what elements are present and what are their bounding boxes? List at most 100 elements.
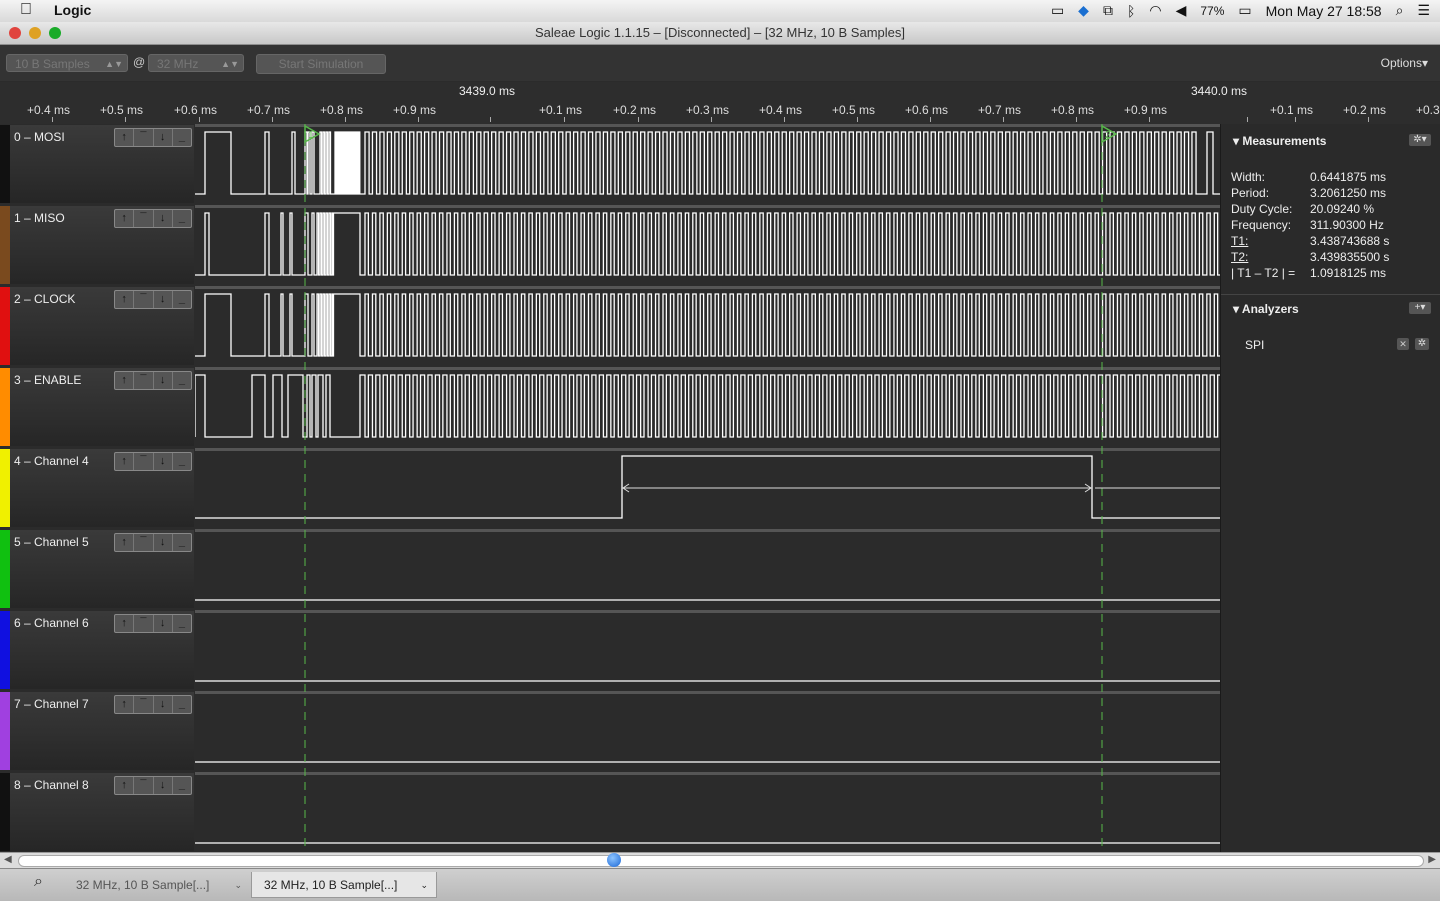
measurement-label[interactable]: T1: <box>1231 234 1248 248</box>
rising-edge-icon[interactable]: ↑ <box>115 777 135 794</box>
falling-edge-icon[interactable]: ↓ <box>154 615 173 632</box>
trigger-buttons[interactable]: ↑ ¯ ↓ _ <box>114 533 192 552</box>
battery-percent[interactable]: 77% <box>1200 4 1224 18</box>
channel-row[interactable]: 2 – CLOCK ↑ ¯ ↓ _ <box>0 287 194 365</box>
list-icon[interactable]: ☰ <box>1417 2 1430 19</box>
rising-edge-icon[interactable]: ↑ <box>115 372 135 389</box>
start-simulation-button[interactable]: Start Simulation <box>256 54 386 74</box>
session-tab-1[interactable]: 32 MHz, 10 B Sample[...] ⌄ <box>64 872 248 898</box>
channel-name[interactable]: 8 – Channel 8 <box>14 778 89 792</box>
clock[interactable]: Mon May 27 18:58 <box>1266 3 1382 19</box>
waveform-area[interactable]: 1 2 <box>195 124 1220 852</box>
channel-row[interactable]: 0 – MOSI ↑ ¯ ↓ _ <box>0 125 194 203</box>
sample-count-select[interactable]: 10 B Samples ▲▼ <box>6 54 128 72</box>
channel-row[interactable]: 8 – Channel 8 ↑ ¯ ↓ _ <box>0 773 194 851</box>
channel-name[interactable]: 4 – Channel 4 <box>14 454 89 468</box>
dropbox-icon[interactable]: ◆ <box>1078 2 1089 19</box>
falling-edge-icon[interactable]: ↓ <box>154 453 173 470</box>
trigger-buttons[interactable]: ↑ ¯ ↓ _ <box>114 371 192 390</box>
channel-row[interactable]: 6 – Channel 6 ↑ ¯ ↓ _ <box>0 611 194 689</box>
trigger-buttons[interactable]: ↑ ¯ ↓ _ <box>114 776 192 795</box>
battery-icon[interactable]: ▭ <box>1238 2 1251 19</box>
falling-edge-icon[interactable]: ↓ <box>154 129 173 146</box>
rising-edge-icon[interactable]: ↑ <box>115 291 135 308</box>
channel-row[interactable]: 5 – Channel 5 ↑ ¯ ↓ _ <box>0 530 194 608</box>
close-window-button[interactable] <box>9 27 21 39</box>
sync-icon[interactable]: ⧉ <box>1103 2 1113 19</box>
chevron-down-icon[interactable]: ⌄ <box>234 872 242 898</box>
chevron-down-icon[interactable]: ⌄ <box>420 872 428 898</box>
channel-name[interactable]: 3 – ENABLE <box>14 373 81 387</box>
high-level-icon[interactable]: ¯ <box>134 291 154 308</box>
high-level-icon[interactable]: ¯ <box>134 453 154 470</box>
session-tab-2[interactable]: 32 MHz, 10 B Sample[...] ⌄ <box>251 872 437 898</box>
low-level-icon[interactable]: _ <box>173 615 191 632</box>
channel-name[interactable]: 7 – Channel 7 <box>14 697 89 711</box>
high-level-icon[interactable]: ¯ <box>134 534 154 551</box>
trigger-buttons[interactable]: ↑ ¯ ↓ _ <box>114 695 192 714</box>
minimize-window-button[interactable] <box>29 27 41 39</box>
measurements-header[interactable]: ▾ Measurements <box>1233 134 1326 148</box>
measurement-label[interactable]: T2: <box>1231 250 1248 264</box>
bluetooth-icon[interactable]: ᛒ <box>1127 3 1135 19</box>
high-level-icon[interactable]: ¯ <box>134 615 154 632</box>
analyzers-header[interactable]: ▾ Analyzers <box>1233 302 1299 316</box>
channel-name[interactable]: 2 – CLOCK <box>14 292 75 306</box>
trigger-buttons[interactable]: ↑ ¯ ↓ _ <box>114 209 192 228</box>
trigger-buttons[interactable]: ↑ ¯ ↓ _ <box>114 128 192 147</box>
trigger-buttons[interactable]: ↑ ¯ ↓ _ <box>114 614 192 633</box>
trigger-buttons[interactable]: ↑ ¯ ↓ _ <box>114 452 192 471</box>
search-icon[interactable]: ⌕ <box>34 873 43 891</box>
apple-logo-icon[interactable]:  <box>20 1 32 19</box>
scroll-left-icon[interactable]: ◀ <box>4 854 12 865</box>
low-level-icon[interactable]: _ <box>173 696 191 713</box>
high-level-icon[interactable]: ¯ <box>134 210 154 227</box>
low-level-icon[interactable]: _ <box>173 534 191 551</box>
high-level-icon[interactable]: ¯ <box>134 129 154 146</box>
rising-edge-icon[interactable]: ↑ <box>115 453 135 470</box>
scroll-track[interactable] <box>18 855 1424 867</box>
rising-edge-icon[interactable]: ↑ <box>115 534 135 551</box>
low-level-icon[interactable]: _ <box>173 210 191 227</box>
falling-edge-icon[interactable]: ↓ <box>154 210 173 227</box>
rising-edge-icon[interactable]: ↑ <box>115 615 135 632</box>
high-level-icon[interactable]: ¯ <box>134 372 154 389</box>
channel-name[interactable]: 5 – Channel 5 <box>14 535 89 549</box>
low-level-icon[interactable]: _ <box>173 291 191 308</box>
channel-name[interactable]: 1 – MISO <box>14 211 65 225</box>
channel-name[interactable]: 6 – Channel 6 <box>14 616 89 630</box>
airplay-icon[interactable]: ▭ <box>1051 2 1064 19</box>
rising-edge-icon[interactable]: ↑ <box>115 129 135 146</box>
scroll-right-icon[interactable]: ▶ <box>1428 854 1436 865</box>
gear-icon[interactable]: ✲ <box>1415 338 1429 350</box>
analyzer-spi[interactable]: SPI <box>1245 338 1264 352</box>
options-menu[interactable]: Options▾ <box>1381 56 1428 70</box>
close-icon[interactable]: ✕ <box>1397 338 1409 350</box>
wifi-icon[interactable]: ◠ <box>1149 2 1161 19</box>
zoom-window-button[interactable] <box>49 27 61 39</box>
channel-row[interactable]: 7 – Channel 7 ↑ ¯ ↓ _ <box>0 692 194 770</box>
volume-icon[interactable]: ◀ <box>1176 2 1187 19</box>
low-level-icon[interactable]: _ <box>173 129 191 146</box>
scroll-thumb[interactable] <box>607 853 621 867</box>
falling-edge-icon[interactable]: ↓ <box>154 777 173 794</box>
add-analyzer-icon[interactable]: +▾ <box>1409 302 1431 314</box>
falling-edge-icon[interactable]: ↓ <box>154 291 173 308</box>
sample-rate-select[interactable]: 32 MHz ▲▼ <box>148 54 244 72</box>
app-menu-name[interactable]: Logic <box>54 2 91 18</box>
channel-name[interactable]: 0 – MOSI <box>14 130 65 144</box>
high-level-icon[interactable]: ¯ <box>134 696 154 713</box>
low-level-icon[interactable]: _ <box>173 777 191 794</box>
channel-row[interactable]: 1 – MISO ↑ ¯ ↓ _ <box>0 206 194 284</box>
time-axis[interactable]: 3439.0 ms 3440.0 ms +0.4 ms +0.5 ms +0.6 m… <box>0 82 1440 124</box>
spotlight-icon[interactable]: ⌕ <box>1396 2 1404 19</box>
trigger-buttons[interactable]: ↑ ¯ ↓ _ <box>114 290 192 309</box>
falling-edge-icon[interactable]: ↓ <box>154 534 173 551</box>
rising-edge-icon[interactable]: ↑ <box>115 696 135 713</box>
rising-edge-icon[interactable]: ↑ <box>115 210 135 227</box>
measurements-gear-icon[interactable]: ✲▾ <box>1409 134 1431 146</box>
channel-row[interactable]: 3 – ENABLE ↑ ¯ ↓ _ <box>0 368 194 446</box>
falling-edge-icon[interactable]: ↓ <box>154 372 173 389</box>
channel-row[interactable]: 4 – Channel 4 ↑ ¯ ↓ _ <box>0 449 194 527</box>
low-level-icon[interactable]: _ <box>173 453 191 470</box>
